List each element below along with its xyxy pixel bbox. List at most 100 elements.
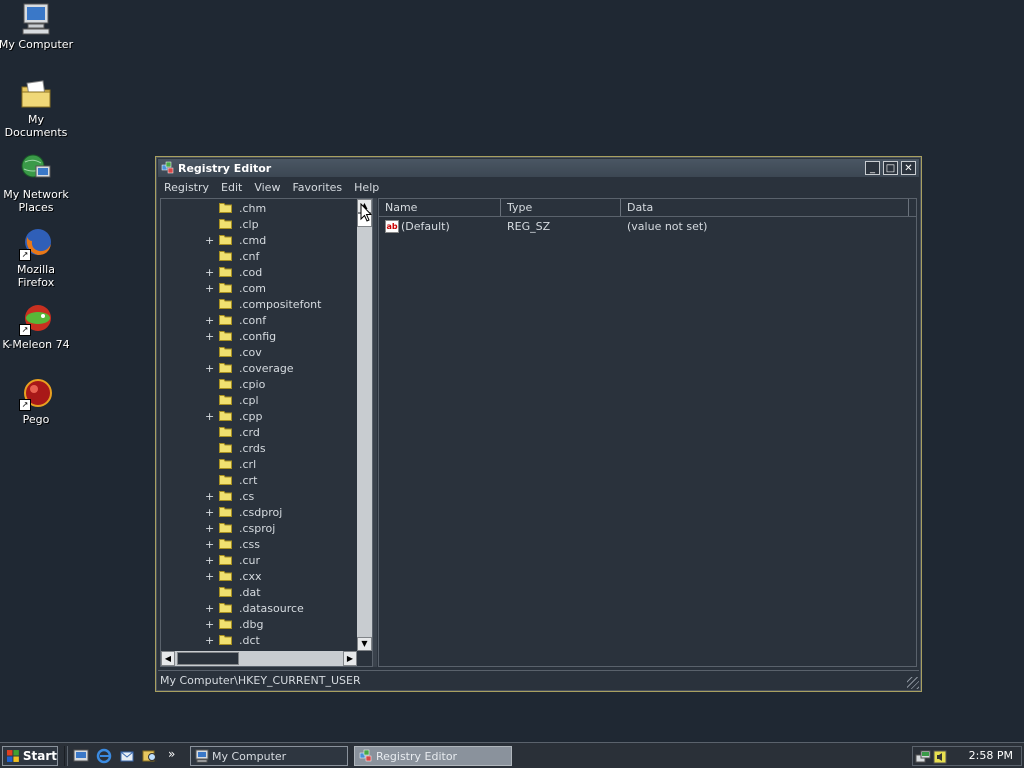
expand-toggle[interactable]: + <box>205 522 214 535</box>
task-label: Registry Editor <box>376 749 458 763</box>
desktop-icon-mozilla-firefox[interactable]: ↗ Mozilla Firefox <box>0 227 74 289</box>
tree-item[interactable]: .cnf <box>161 248 357 264</box>
desktop-icon-k-meleon[interactable]: ↗ K-Meleon 74 <box>0 302 74 351</box>
tree-item[interactable]: + .datasource <box>161 600 357 616</box>
maximize-button[interactable]: □ <box>883 161 898 175</box>
tree-item[interactable]: + .cs <box>161 488 357 504</box>
start-button[interactable]: Start <box>2 746 58 766</box>
values-list-pane[interactable]: Name Type Data ab (Default) REG_SZ (valu… <box>378 198 917 667</box>
tree-horizontal-scrollbar[interactable]: ◀ ▶ <box>161 651 357 666</box>
expand-toggle[interactable]: + <box>205 570 214 583</box>
key-tree-pane[interactable]: .chm .clp + .cmd .cnf + .cod + .com .compositefon… <box>160 198 373 667</box>
expand-toggle[interactable]: + <box>205 362 214 375</box>
network-tray-icon[interactable] <box>915 749 931 765</box>
scroll-down-arrow[interactable]: ▼ <box>357 637 372 651</box>
task-my-computer[interactable]: My Computer <box>190 746 348 766</box>
expand-toggle[interactable]: + <box>205 538 214 551</box>
clock[interactable]: 2:58 PM <box>969 747 1013 765</box>
expand-toggle[interactable]: + <box>205 554 214 567</box>
tree-item[interactable]: .clp <box>161 216 357 232</box>
expand-toggle[interactable]: + <box>205 314 214 327</box>
tree-item-label: .chm <box>239 201 267 215</box>
menu-registry[interactable]: Registry <box>158 181 215 194</box>
window-title: Registry Editor <box>178 161 272 175</box>
tree-item[interactable]: .chm <box>161 200 357 216</box>
folder-icon <box>219 266 232 277</box>
tree-vertical-scrollbar[interactable]: ▲ ▼ <box>357 199 372 651</box>
expand-toggle[interactable]: + <box>205 234 214 247</box>
resize-grip[interactable] <box>907 677 919 689</box>
desktop-icon-my-documents[interactable]: My Documents <box>0 77 74 139</box>
column-header-type[interactable]: Type <box>501 199 621 216</box>
expand-toggle[interactable]: + <box>205 330 214 343</box>
tree-item-label: .cur <box>239 553 261 567</box>
column-header-name[interactable]: Name <box>379 199 501 216</box>
tree-item[interactable]: + .cur <box>161 552 357 568</box>
tree-item[interactable]: .crl <box>161 456 357 472</box>
expand-toggle[interactable]: + <box>205 506 214 519</box>
desktop-icon-my-computer[interactable]: My Computer <box>0 2 74 51</box>
tree-item[interactable]: + .cod <box>161 264 357 280</box>
tree-item-label: .csproj <box>239 521 276 535</box>
search-icon[interactable] <box>142 748 158 764</box>
tree-item[interactable]: .crt <box>161 472 357 488</box>
tree-item[interactable]: + .csproj <box>161 520 357 536</box>
title-bar[interactable]: Registry Editor _ □ ✕ <box>158 159 919 177</box>
shortcut-arrow-icon: ↗ <box>19 399 31 411</box>
tree-item-label: .dct <box>239 633 260 647</box>
minimize-button[interactable]: _ <box>865 161 880 175</box>
tree-item[interactable]: + .dct <box>161 632 357 648</box>
menu-help[interactable]: Help <box>348 181 385 194</box>
menu-favorites[interactable]: Favorites <box>286 181 348 194</box>
desktop-icon-label: My Network Places <box>3 188 69 214</box>
tree-item-label: .cpl <box>239 393 259 407</box>
list-item[interactable]: ab (Default) REG_SZ (value not set) <box>379 219 916 235</box>
scroll-left-arrow[interactable]: ◀ <box>161 651 175 666</box>
tree-item[interactable]: .cpio <box>161 376 357 392</box>
quick-launch-more-icon[interactable]: » <box>168 747 175 761</box>
desktop-icon-my-network-places[interactable]: My Network Places <box>0 152 74 214</box>
tree-item[interactable]: .cov <box>161 344 357 360</box>
tree-item[interactable]: + .cmd <box>161 232 357 248</box>
pane-splitter[interactable] <box>373 198 377 667</box>
close-button[interactable]: ✕ <box>901 161 916 175</box>
internet-explorer-icon[interactable] <box>96 748 112 764</box>
tree-item[interactable]: .compositefont <box>161 296 357 312</box>
scroll-thumb[interactable] <box>177 652 239 665</box>
outlook-express-icon[interactable] <box>119 748 135 764</box>
expand-toggle[interactable]: + <box>205 490 214 503</box>
expand-toggle[interactable]: + <box>205 282 214 295</box>
folder-icon <box>219 282 232 293</box>
menu-edit[interactable]: Edit <box>215 181 248 194</box>
volume-tray-icon[interactable] <box>932 749 948 765</box>
expand-toggle[interactable]: + <box>205 266 214 279</box>
expand-toggle[interactable]: + <box>205 618 214 631</box>
folder-icon <box>219 490 232 501</box>
tree-item[interactable]: .crd <box>161 424 357 440</box>
tree-item[interactable]: .crds <box>161 440 357 456</box>
menu-view[interactable]: View <box>248 181 286 194</box>
tree-item[interactable]: .cpl <box>161 392 357 408</box>
tree-item-label: .datasource <box>239 601 304 615</box>
tree-item[interactable]: + .css <box>161 536 357 552</box>
column-header-data[interactable]: Data <box>621 199 909 216</box>
expand-toggle[interactable]: + <box>205 410 214 423</box>
tree-item[interactable]: + .csdproj <box>161 504 357 520</box>
tree-item[interactable]: + .config <box>161 328 357 344</box>
tree-item[interactable]: + .dbg <box>161 616 357 632</box>
show-desktop-icon[interactable] <box>73 748 89 764</box>
tree-item[interactable]: + .cpp <box>161 408 357 424</box>
expand-toggle[interactable]: + <box>205 634 214 647</box>
tree-item-label: .cpp <box>239 409 263 423</box>
desktop-icon-pego[interactable]: ↗ Pego <box>0 377 74 426</box>
task-registry-editor[interactable]: Registry Editor <box>354 746 512 766</box>
tree-item[interactable]: + .coverage <box>161 360 357 376</box>
tree-item[interactable]: + .conf <box>161 312 357 328</box>
folder-icon <box>219 602 232 613</box>
tree-item[interactable]: + .com <box>161 280 357 296</box>
tree-item[interactable]: + .cxx <box>161 568 357 584</box>
tree-item[interactable]: .dat <box>161 584 357 600</box>
expand-toggle[interactable]: + <box>205 602 214 615</box>
scroll-right-arrow[interactable]: ▶ <box>343 651 357 666</box>
folder-icon <box>219 362 232 373</box>
